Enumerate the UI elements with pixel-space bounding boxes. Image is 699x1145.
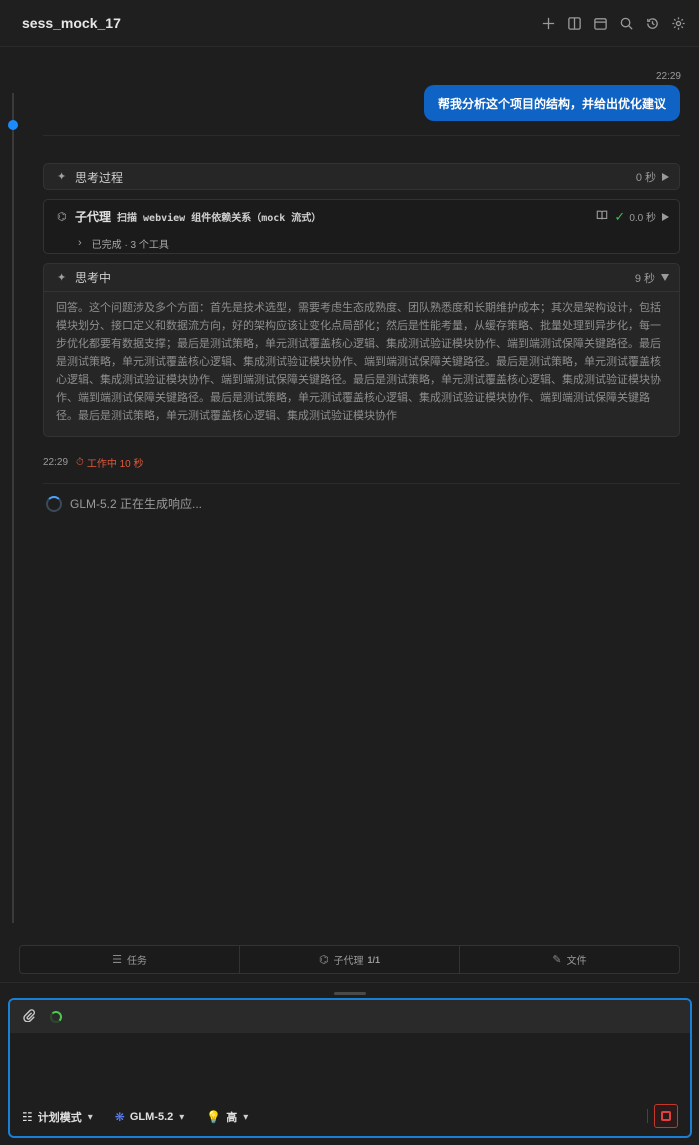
thinking-live-duration: 9 秒 [634,272,655,285]
composer: ☷ 计划模式 ▾ ❋ GLM-5.2 ▾ 💡 高 ▾ [8,998,692,1138]
chevron-down-icon: ▾ [87,1111,93,1123]
calendar-icon[interactable] [591,14,609,32]
tab-tasks[interactable]: ☰ 任务 [20,946,239,973]
tab-subagents-label: 子代理 [333,956,364,967]
status-line: 22:29 ⏱ 工作中 10 秒 [43,455,144,470]
mode-selector[interactable]: ☷ 计划模式 ▾ [22,1109,93,1125]
book-icon[interactable] [596,209,608,224]
subagent-duration: 0.0 秒 [629,213,656,224]
mode-label: 计划模式 [37,1112,82,1124]
chevron-down-icon: ▾ [179,1111,185,1123]
thinking-process-duration: 0 秒 [635,172,656,184]
list-icon: ☰ [112,954,122,966]
resize-handle[interactable] [334,992,366,995]
tab-subagents[interactable]: ⌬ 子代理 1/1 [239,946,459,973]
paperclip-icon[interactable] [22,1008,36,1025]
tab-files-label: 文件 [566,956,587,967]
subagent-icon: ⌬ [318,954,329,966]
collapse-arrow-icon[interactable] [661,274,669,281]
expand-arrow-icon[interactable] [662,212,669,221]
loading-spinner-icon [46,495,62,512]
gear-icon[interactable] [669,14,687,32]
header-actions [539,14,687,32]
working-status: 工作中 10 秒 [86,459,144,470]
history-icon[interactable] [643,14,661,32]
subagent-summary: 已完成 · 3 个工具 [91,239,169,251]
model-selector[interactable]: ❋ GLM-5.2 ▾ [115,1110,185,1124]
chevron-down-icon: ▾ [243,1111,249,1123]
user-message-time: 22:29 [655,71,681,82]
thinking-process-label: 思考过程 [75,170,124,185]
thinking-process-card[interactable]: ✦ 思考过程 0 秒 [43,163,680,190]
composer-toolbar [10,1000,690,1033]
tab-tasks-label: 任务 [126,956,147,967]
sparkle-icon: ✦ [57,171,67,183]
pencil-icon: ✎ [552,954,562,966]
bottom-tab-bar: ☰ 任务 ⌬ 子代理 1/1 ✎ 文件 [19,945,680,974]
timeline-marker[interactable] [8,120,18,130]
chevron-right-icon: › [78,237,82,249]
session-header: sess_mock_17 [0,0,699,47]
progress-ring-icon [50,1010,62,1023]
subagent-icon: ⌬ [57,210,67,223]
effort-label: 高 [226,1112,238,1124]
model-label: GLM-5.2 [129,1111,174,1123]
user-message-bubble: 帮我分析这个项目的结构，并给出优化建议 [423,85,680,121]
checklist-icon: ☷ [22,1110,33,1124]
effort-selector[interactable]: 💡 高 ▾ [206,1109,248,1125]
expand-arrow-icon[interactable] [662,173,669,181]
subagent-card[interactable]: ⌬ 子代理 扫描 webview 组件依赖关系（mock 流式） ✓ 0.0 秒… [43,199,680,254]
tab-subagents-count: 1/1 [367,954,381,965]
stop-icon [661,1111,671,1121]
divider [43,483,680,484]
composer-controls: ☷ 计划模式 ▾ ❋ GLM-5.2 ▾ 💡 高 ▾ [10,1098,690,1136]
thinking-live-card[interactable]: ✦ 思考中 9 秒 回答。这个问题涉及多个方面：首先是技术选型，需要考虑生态成熟… [43,263,680,437]
message-input[interactable] [10,1033,690,1093]
tab-files[interactable]: ✎ 文件 [459,946,679,973]
model-icon: ❋ [114,1110,125,1124]
session-title: sess_mock_17 [22,15,121,31]
generating-indicator: GLM-5.2 正在生成响应... [46,495,202,512]
sparkle-icon: ✦ [57,271,67,284]
timer-icon: ⏱ [76,457,84,468]
subagent-description: 扫描 webview 组件依赖关系（mock 流式） [117,213,322,224]
divider [0,982,699,983]
thinking-live-label: 思考中 [75,271,112,285]
divider [647,1109,648,1123]
subagent-summary-row[interactable]: › 已完成 · 3 个工具 [44,233,679,253]
generating-text: GLM-5.2 正在生成响应... [70,497,203,511]
divider [43,135,680,136]
plus-icon[interactable] [539,14,557,32]
check-icon: ✓ [614,208,626,224]
timeline-track [12,93,14,923]
lightbulb-icon: 💡 [206,1110,222,1124]
subagent-name: 子代理 [75,210,112,224]
stop-button[interactable] [654,1104,678,1128]
status-time: 22:29 [43,457,69,468]
thinking-live-body: 回答。这个问题涉及多个方面：首先是技术选型，需要考虑生态成熟度、团队熟悉度和长期… [44,291,679,437]
split-view-icon[interactable] [565,14,583,32]
search-icon[interactable] [617,14,635,32]
